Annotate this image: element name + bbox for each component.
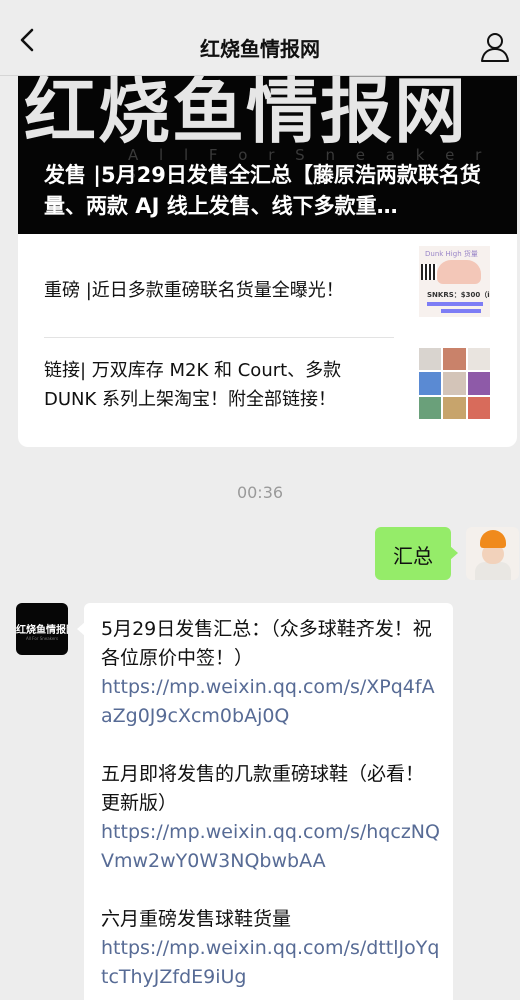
sneaker-image <box>419 348 442 371</box>
message-link[interactable]: https://mp.weixin.qq.com/s/hqczNQVmw2wY0… <box>101 818 441 876</box>
sneaker-image <box>443 372 466 395</box>
message-link[interactable]: https://mp.weixin.qq.com/s/XPq4fAaZg0J9c… <box>101 673 441 731</box>
sneaker-image <box>467 396 490 419</box>
message-timestamp: 00:36 <box>236 483 284 502</box>
qr-code-image <box>421 264 437 280</box>
person-icon <box>481 33 509 62</box>
sneaker-image <box>467 372 490 395</box>
message-block: 5月29日发售汇总：（众多球鞋齐发！祝各位原价中签！） https://mp.w… <box>101 615 441 731</box>
thumb-stripe <box>427 302 483 306</box>
news-thumbnail <box>419 348 490 419</box>
avatar-subtitle: All For Sneakers <box>25 636 59 641</box>
thumb-caption: Dunk High 货量 <box>425 250 478 258</box>
thumb-stripe <box>441 309 481 313</box>
message-text: 5月29日发售汇总：（众多球鞋齐发！祝各位原价中签！） <box>101 618 432 669</box>
sneaker-image <box>437 260 481 284</box>
sneaker-image <box>443 348 466 371</box>
sneaker-image <box>419 372 442 395</box>
news-item-title: 重磅 |近日多款重磅联名货量全曝光！ <box>44 280 344 301</box>
article-banner[interactable]: 红烧鱼情报网 A l l F o r S n e a k e r s 发售 |5… <box>18 60 517 234</box>
message-block: 五月即将发售的几款重磅球鞋（必看！更新版） https://mp.weixin.… <box>101 760 441 876</box>
message-link[interactable]: https://mp.weixin.qq.com/s/dttlJoYqtcThy… <box>101 934 441 992</box>
sneaker-image <box>419 396 442 419</box>
banner-title: 发售 |5月29日发售全汇总【藤原浩两款联名货量、两款 AJ 线上发售、线下多款… <box>44 163 481 218</box>
sneaker-image <box>443 396 466 419</box>
outgoing-message-text: 汇总 <box>393 544 433 568</box>
official-account-avatar[interactable]: 红烧鱼情报网 All For Sneakers <box>16 603 68 655</box>
news-item[interactable]: 链接| 万双库存 M2K 和 Court、多款 DUNK 系列上架淘宝！附全部链… <box>18 348 517 436</box>
article-card[interactable]: 红烧鱼情报网 A l l F o r S n e a k e r s 发售 |5… <box>18 60 517 447</box>
profile-button[interactable] <box>478 30 512 64</box>
avatar-hat <box>480 530 506 548</box>
outgoing-message-bubble[interactable]: 汇总 <box>375 527 458 580</box>
news-item-title: 链接| 万双库存 M2K 和 Court、多款 DUNK 系列上架淘宝！附全部链… <box>44 360 342 410</box>
news-thumbnail: Dunk High 货量 SNKRS：$300（ios） <box>419 246 490 317</box>
incoming-message-bubble[interactable]: 5月29日发售汇总：（众多球鞋齐发！祝各位原价中签！） https://mp.w… <box>77 603 453 1000</box>
avatar-body <box>475 562 511 580</box>
thumb-price: SNKRS：$300（ios） <box>427 291 490 299</box>
message-text: 六月重磅发售球鞋货量 <box>101 908 292 930</box>
avatar-logo-text: 红烧鱼情报网 <box>16 625 68 636</box>
sneaker-image <box>467 348 490 371</box>
news-item[interactable]: 重磅 |近日多款重磅联名货量全曝光！ Dunk High 货量 SNKRS：$3… <box>18 246 517 334</box>
incoming-message-content: 5月29日发售汇总：（众多球鞋齐发！祝各位原价中签！） https://mp.w… <box>101 615 441 1000</box>
top-bar: 红烧鱼情报网 <box>0 0 520 76</box>
divider <box>44 337 394 338</box>
user-avatar[interactable] <box>466 527 519 580</box>
message-block: 六月重磅发售球鞋货量 https://mp.weixin.qq.com/s/dt… <box>101 905 441 992</box>
message-text: 五月即将发售的几款重磅球鞋（必看！更新版） <box>101 763 425 814</box>
chat-title: 红烧鱼情报网 <box>200 37 320 61</box>
